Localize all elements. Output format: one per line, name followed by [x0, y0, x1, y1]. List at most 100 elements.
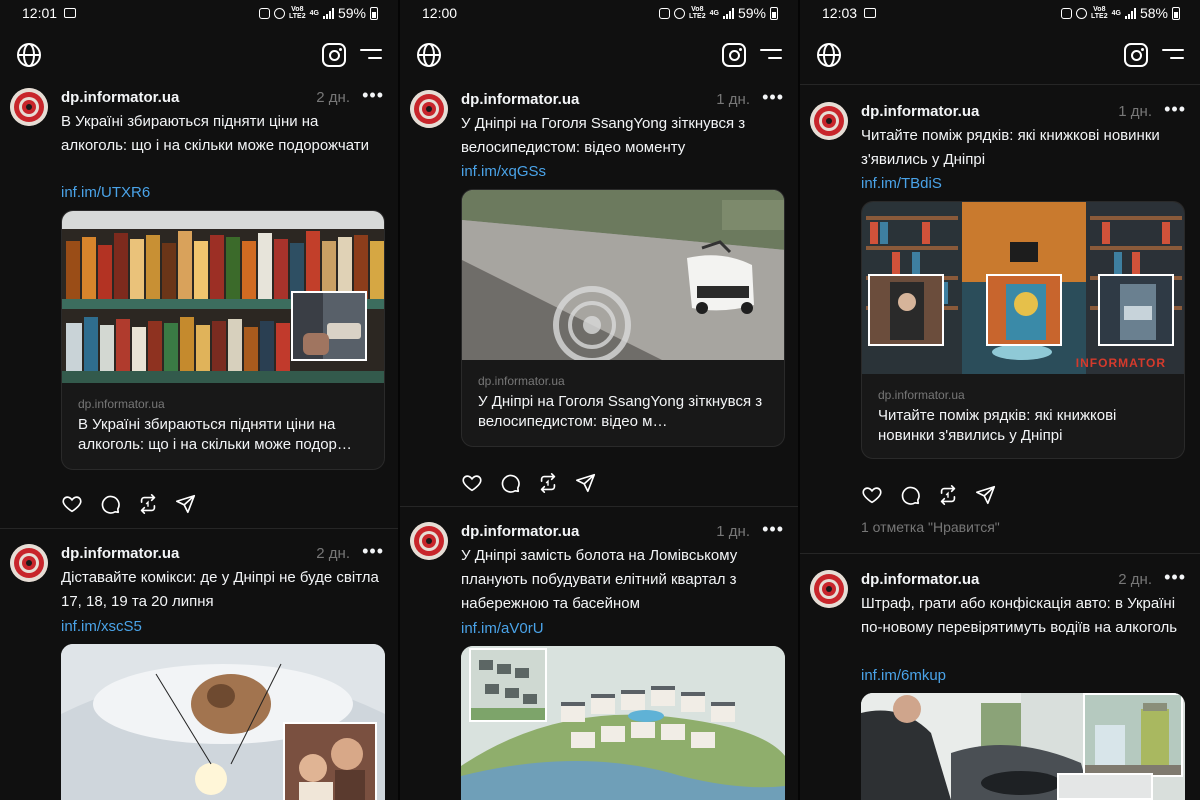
- repost-icon[interactable]: [137, 493, 159, 515]
- top-nav: [400, 36, 798, 76]
- like-icon[interactable]: [861, 484, 883, 506]
- status-icons: Vo8 LTE2 4G 59%: [659, 5, 778, 21]
- avatar[interactable]: [10, 544, 48, 582]
- post-time: 2 дн.: [1118, 571, 1152, 588]
- post-time: 2 дн.: [316, 545, 350, 562]
- post-time: 1 дн.: [716, 91, 750, 108]
- more-icon[interactable]: •••: [1164, 568, 1186, 586]
- avatar[interactable]: [810, 570, 848, 608]
- post-link[interactable]: inf.im/aV0rU: [461, 620, 544, 637]
- post-author[interactable]: dp.informator.ua: [861, 571, 979, 588]
- avatar[interactable]: [810, 102, 848, 140]
- status-time: 12:01: [22, 5, 58, 21]
- post-image[interactable]: [861, 693, 1185, 800]
- repost-icon[interactable]: [537, 472, 559, 494]
- post-link[interactable]: inf.im/xqGSs: [461, 163, 546, 180]
- menu-icon[interactable]: [760, 48, 782, 62]
- post-image[interactable]: [61, 644, 385, 800]
- post-link[interactable]: inf.im/TBdiS: [861, 175, 942, 192]
- signal-icon: [1124, 7, 1136, 19]
- card-image: INFORMATOR: [862, 202, 1184, 374]
- post-separator: [400, 506, 798, 507]
- avatar[interactable]: [410, 90, 448, 128]
- post-author[interactable]: dp.informator.ua: [461, 91, 579, 108]
- inset-photo: [986, 274, 1062, 346]
- card-title: Читайте поміж рядків: які книжкові новин…: [878, 407, 1117, 444]
- comment-icon[interactable]: [499, 472, 521, 494]
- more-icon[interactable]: •••: [762, 520, 784, 538]
- share-icon[interactable]: [975, 484, 997, 506]
- instagram-icon[interactable]: [1124, 43, 1148, 67]
- battery-icon: [770, 6, 778, 20]
- card-title: В Україні збираються підняти ціни на алк…: [78, 416, 352, 453]
- avatar[interactable]: [10, 88, 48, 126]
- signal-icon: [722, 7, 734, 19]
- post-time: 1 дн.: [1118, 103, 1152, 120]
- alarm-icon: [1076, 7, 1088, 19]
- post-separator: [800, 553, 1200, 554]
- share-icon[interactable]: [575, 472, 597, 494]
- post-actions: [461, 471, 597, 495]
- post-author[interactable]: dp.informator.ua: [861, 103, 979, 120]
- network-label: Vo8 LTE2: [689, 6, 706, 20]
- more-icon[interactable]: •••: [362, 86, 384, 104]
- network-gen: 4G: [709, 9, 719, 17]
- card-domain: dp.informator.ua: [78, 397, 165, 411]
- post-text: Читайте поміж рядків: які книжкові новин…: [861, 127, 1160, 168]
- post-link[interactable]: inf.im/6mkup: [861, 667, 946, 684]
- instagram-icon[interactable]: [722, 43, 746, 67]
- sim-icon: [1061, 7, 1073, 19]
- status-time: 12:03: [822, 5, 858, 21]
- menu-icon[interactable]: [360, 48, 382, 62]
- post-author[interactable]: dp.informator.ua: [61, 545, 179, 562]
- more-icon[interactable]: •••: [362, 542, 384, 560]
- network-label: Vo8 LTE2: [289, 6, 306, 20]
- link-preview-card[interactable]: dp.informator.ua В Україні збираються пі…: [61, 210, 385, 470]
- card-domain: dp.informator.ua: [878, 388, 965, 402]
- menu-icon[interactable]: [1162, 48, 1184, 62]
- globe-icon[interactable]: [416, 42, 442, 68]
- repost-icon[interactable]: [937, 484, 959, 506]
- avatar[interactable]: [410, 522, 448, 560]
- card-image: [462, 190, 784, 360]
- post-author[interactable]: dp.informator.ua: [61, 89, 179, 106]
- comment-icon[interactable]: [899, 484, 921, 506]
- post-actions: [861, 483, 997, 507]
- sim-icon: [259, 7, 271, 19]
- post-text: Штраф, грати або конфіскація авто: в Укр…: [861, 595, 1178, 636]
- post-text: У Дніпрі на Гоголя SsangYong зіткнувся з…: [461, 115, 746, 156]
- more-icon[interactable]: •••: [1164, 100, 1186, 118]
- battery-icon: [370, 6, 378, 20]
- inset-photo: [1083, 693, 1183, 777]
- more-icon[interactable]: •••: [762, 88, 784, 106]
- top-nav: [0, 36, 398, 76]
- post-time: 2 дн.: [316, 89, 350, 106]
- network-gen: 4G: [309, 9, 319, 17]
- globe-icon[interactable]: [816, 42, 842, 68]
- battery-text: 58%: [1139, 5, 1168, 21]
- like-count[interactable]: 1 отметка "Нравится": [861, 519, 1000, 535]
- post-image[interactable]: [461, 646, 785, 800]
- card-domain: dp.informator.ua: [478, 374, 565, 388]
- gallery-icon: [864, 8, 876, 18]
- post-link[interactable]: inf.im/xscS5: [61, 618, 142, 635]
- like-icon[interactable]: [461, 472, 483, 494]
- status-time: 12:00: [422, 5, 458, 21]
- status-icons: Vo8 LTE2 4G 58%: [1061, 5, 1180, 21]
- instagram-icon[interactable]: [322, 43, 346, 67]
- status-bar: 12:00 Vo8 LTE2 4G 59%: [400, 0, 798, 26]
- inset-photo: [469, 648, 547, 722]
- post-author[interactable]: dp.informator.ua: [461, 523, 579, 540]
- comment-icon[interactable]: [99, 493, 121, 515]
- globe-icon[interactable]: [16, 42, 42, 68]
- like-icon[interactable]: [61, 493, 83, 515]
- gallery-icon: [64, 8, 76, 18]
- sim-icon: [659, 7, 671, 19]
- post-link[interactable]: inf.im/UTXR6: [61, 184, 150, 201]
- share-icon[interactable]: [175, 493, 197, 515]
- network-label: Vo8 LTE2: [1091, 6, 1108, 20]
- battery-icon: [1172, 6, 1180, 20]
- link-preview-card[interactable]: INFORMATOR dp.informator.ua Читайте помі…: [861, 201, 1185, 459]
- inset-photo: [1098, 274, 1174, 346]
- link-preview-card[interactable]: dp.informator.ua У Дніпрі на Гоголя Ssan…: [461, 189, 785, 447]
